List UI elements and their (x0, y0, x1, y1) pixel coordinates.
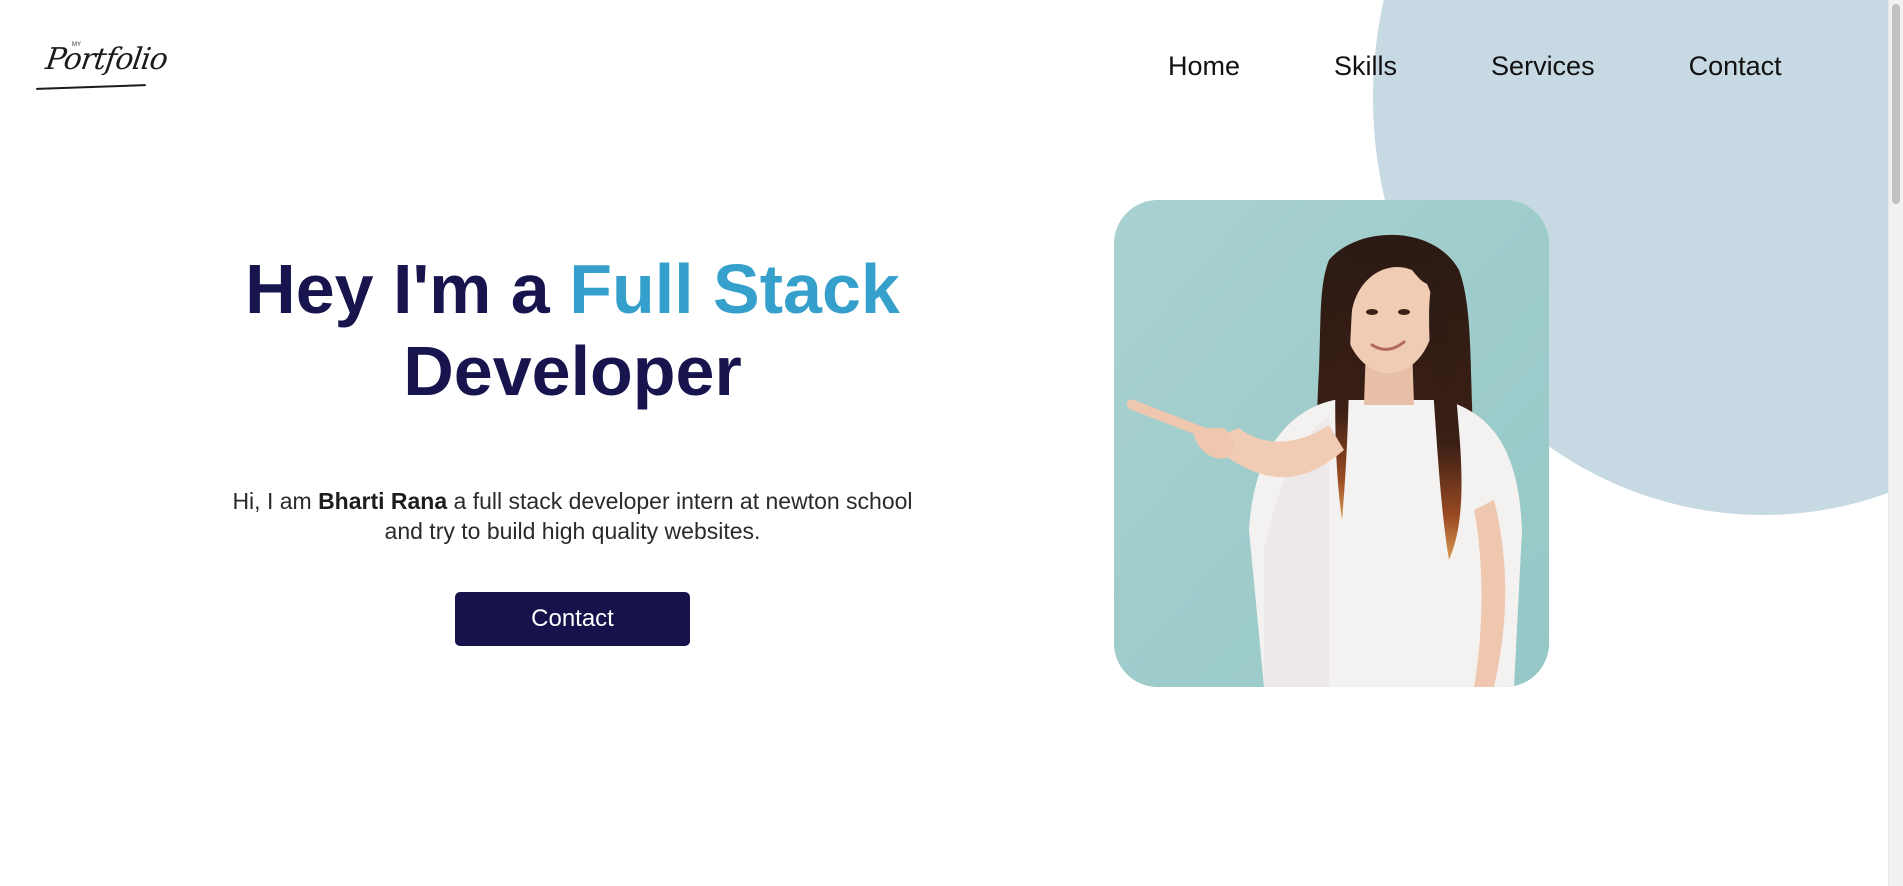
profile-photo (1114, 200, 1549, 687)
contact-button[interactable]: Contact (455, 592, 690, 646)
hero-description: Hi, I am Bharti Rana a full stack develo… (220, 486, 925, 546)
hero-desc-prefix: Hi, I am (232, 488, 319, 514)
nav-contact[interactable]: Contact (1689, 50, 1782, 82)
hero-title-prefix: Hey I'm a (245, 250, 570, 328)
logo-underline (35, 84, 147, 90)
logo[interactable]: MY Portfolio (35, 36, 169, 94)
logo-text: Portfolio (43, 42, 170, 77)
scrollbar-thumb[interactable] (1892, 4, 1900, 204)
page: MY Portfolio Home Skills Services Contac… (0, 0, 1903, 886)
hero-desc-name: Bharti Rana (318, 488, 448, 514)
hero-title-suffix: Developer (403, 332, 742, 410)
nav-home[interactable]: Home (1168, 50, 1240, 82)
main-nav: Home Skills Services Contact (1168, 50, 1782, 82)
nav-skills[interactable]: Skills (1334, 50, 1397, 82)
hero-title-accent: Full Stack (569, 250, 900, 328)
nav-services[interactable]: Services (1491, 50, 1595, 82)
hero-title: Hey I'm a Full Stack Developer (200, 248, 945, 412)
hero-desc-rest: a full stack developer intern at newton … (384, 488, 913, 544)
woman-pointing-photo-icon (1114, 200, 1549, 687)
page-scrollbar[interactable] (1888, 0, 1903, 886)
